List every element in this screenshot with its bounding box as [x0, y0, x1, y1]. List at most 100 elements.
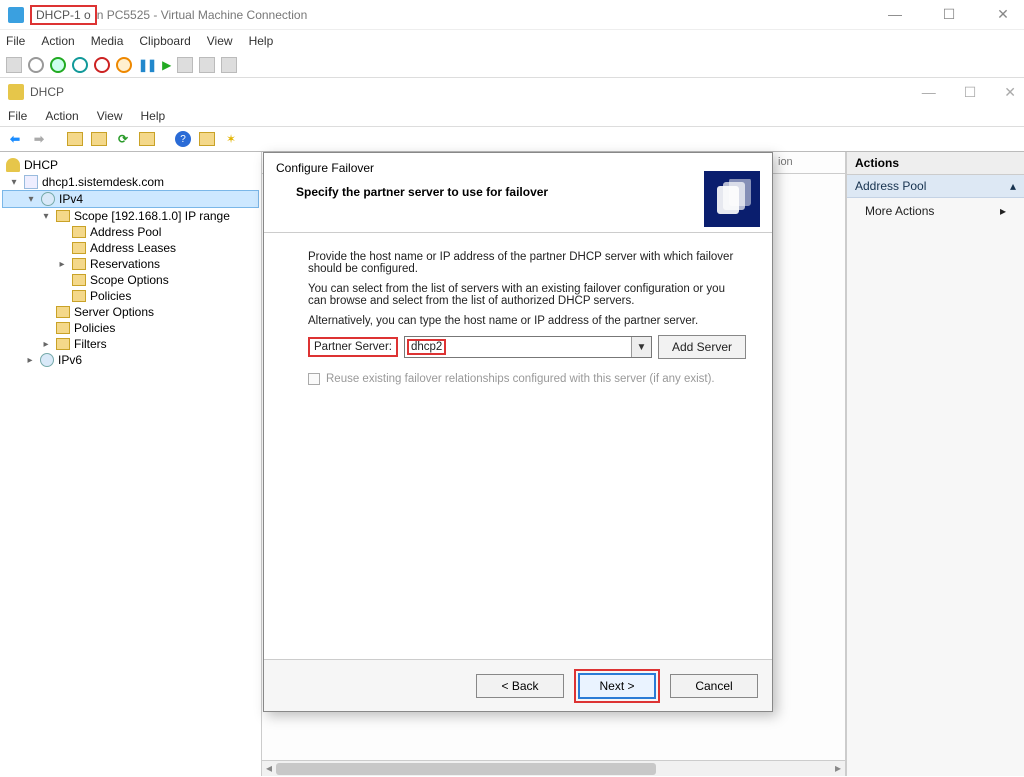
- dhcp-maximize-icon[interactable]: ☐: [964, 84, 977, 101]
- wizard-subtitle: Specify the partner server to use for fa…: [276, 175, 760, 199]
- tree-address-pool-label: Address Pool: [90, 225, 161, 239]
- chevron-right-icon: ▸: [1000, 204, 1006, 218]
- close-icon[interactable]: ✕: [990, 6, 1016, 23]
- revert-icon[interactable]: [199, 57, 215, 73]
- minimize-icon[interactable]: —: [882, 6, 908, 23]
- tree-address-leases-label: Address Leases: [90, 241, 176, 255]
- play-icon[interactable]: ▶: [162, 58, 171, 72]
- nav-back-icon[interactable]: ⬅: [6, 130, 24, 148]
- actions-section[interactable]: Address Pool ▴: [847, 175, 1024, 198]
- vm-menu-view[interactable]: View: [207, 34, 233, 48]
- tree-scope-policies[interactable]: Policies: [2, 288, 259, 304]
- back-button[interactable]: < Back: [476, 674, 564, 698]
- tree-filters-label: Filters: [74, 337, 107, 351]
- tree-address-leases[interactable]: Address Leases: [2, 240, 259, 256]
- dhcp-minimize-icon[interactable]: —: [922, 84, 936, 101]
- dhcp-menubar: File Action View Help: [0, 106, 1024, 126]
- dhcp-menu-action[interactable]: Action: [45, 109, 78, 123]
- vm-menu-action[interactable]: Action: [41, 34, 74, 48]
- scope-icon: [56, 210, 70, 222]
- twist-icon[interactable]: [56, 259, 68, 270]
- scroll-right-icon[interactable]: ▸: [831, 761, 845, 777]
- tree-scope-options[interactable]: Scope Options: [2, 272, 259, 288]
- tree-scope-policies-label: Policies: [90, 289, 131, 303]
- tree-root[interactable]: DHCP: [2, 156, 259, 174]
- nav-forward-icon[interactable]: ➡: [30, 130, 48, 148]
- tree-scope[interactable]: Scope [192.168.1.0] IP range: [2, 208, 259, 224]
- ipv6-icon: [40, 353, 54, 367]
- vm-window-controls: — ☐ ✕: [882, 6, 1016, 23]
- server-icon: [24, 175, 38, 189]
- start-icon[interactable]: [28, 57, 44, 73]
- vm-window-title: DHCP-1 on PC5525 - Virtual Machine Conne…: [30, 8, 307, 22]
- wizard-header: Configure Failover Specify the partner s…: [264, 153, 772, 233]
- collapse-icon[interactable]: ▴: [1010, 179, 1016, 193]
- vm-toolbar: ❚❚ ▶: [0, 52, 1024, 78]
- twist-icon[interactable]: [40, 339, 52, 350]
- vm-menu-clipboard[interactable]: Clipboard: [139, 34, 190, 48]
- next-label: Next >: [599, 679, 634, 693]
- scroll-thumb[interactable]: [276, 763, 656, 775]
- help-icon[interactable]: ?: [175, 131, 191, 147]
- vm-menu-file[interactable]: File: [6, 34, 25, 48]
- show-hide-tree-icon[interactable]: [91, 132, 107, 146]
- tree-ipv4[interactable]: IPv4: [2, 190, 259, 208]
- properties-icon[interactable]: [199, 132, 215, 146]
- twist-icon[interactable]: [25, 194, 37, 205]
- partner-server-label: Partner Server:: [308, 337, 398, 357]
- checkpoint-icon[interactable]: [177, 57, 193, 73]
- add-server-button[interactable]: Add Server: [658, 335, 746, 359]
- tree-ipv6[interactable]: IPv6: [2, 352, 259, 368]
- actions-more[interactable]: More Actions ▸: [847, 198, 1024, 224]
- reset-icon[interactable]: [116, 57, 132, 73]
- folder-icon: [72, 258, 86, 270]
- partner-server-value: dhcp2: [411, 341, 442, 353]
- actions-section-label: Address Pool: [855, 179, 926, 193]
- horizontal-scrollbar[interactable]: ◂ ▸: [262, 760, 845, 776]
- refresh-icon[interactable]: ⟳: [114, 130, 132, 148]
- cancel-button[interactable]: Cancel: [670, 674, 758, 698]
- tree-reservations[interactable]: Reservations: [2, 256, 259, 272]
- up-level-icon[interactable]: [67, 132, 83, 146]
- tree-filters[interactable]: Filters: [2, 336, 259, 352]
- twist-icon[interactable]: [8, 177, 20, 188]
- chevron-down-icon[interactable]: ▼: [631, 337, 651, 357]
- save-icon[interactable]: [94, 57, 110, 73]
- tree-scope-label: Scope [192.168.1.0] IP range: [74, 209, 230, 223]
- reuse-checkbox: [308, 373, 320, 385]
- dhcp-close-icon[interactable]: ✕: [1004, 84, 1016, 101]
- dhcp-window-controls: — ☐ ✕: [922, 84, 1016, 101]
- new-icon[interactable]: ✶: [222, 130, 240, 148]
- scroll-left-icon[interactable]: ◂: [262, 761, 276, 777]
- turnoff-icon[interactable]: [50, 57, 66, 73]
- pause-icon[interactable]: ❚❚: [138, 58, 156, 72]
- export-list-icon[interactable]: [139, 132, 155, 146]
- tree-policies[interactable]: Policies: [2, 320, 259, 336]
- dhcp-menu-view[interactable]: View: [97, 109, 123, 123]
- next-highlight: Next >: [574, 669, 660, 703]
- tree-ipv6-label: IPv6: [58, 353, 82, 367]
- vm-menubar: File Action Media Clipboard View Help: [0, 30, 1024, 52]
- header-fragment: ion: [772, 152, 853, 173]
- twist-icon[interactable]: [24, 355, 36, 366]
- dhcp-menu-help[interactable]: Help: [141, 109, 166, 123]
- enh-session-icon[interactable]: [221, 57, 237, 73]
- ctrl-alt-del-icon[interactable]: [6, 57, 22, 73]
- tree-server-options[interactable]: Server Options: [2, 304, 259, 320]
- shutdown-icon[interactable]: [72, 57, 88, 73]
- vm-menu-media[interactable]: Media: [91, 34, 124, 48]
- dhcp-toolbar: ⬅ ➡ ⟳ ? ✶: [0, 126, 1024, 152]
- maximize-icon[interactable]: ☐: [936, 6, 962, 23]
- tree-server[interactable]: dhcp1.sistemdesk.com: [2, 174, 259, 190]
- tree-policies-label: Policies: [74, 321, 115, 335]
- wizard-text-3: Alternatively, you can type the host nam…: [308, 315, 746, 327]
- twist-icon[interactable]: [40, 211, 52, 222]
- wizard-text-2: You can select from the list of servers …: [308, 283, 746, 307]
- vm-menu-help[interactable]: Help: [249, 34, 274, 48]
- tree-ipv4-label: IPv4: [59, 192, 83, 206]
- next-button[interactable]: Next >: [578, 673, 656, 699]
- partner-server-combo[interactable]: dhcp2 ▼: [404, 336, 652, 358]
- reuse-relationships-row: Reuse existing failover relationships co…: [308, 373, 746, 385]
- dhcp-menu-file[interactable]: File: [8, 109, 27, 123]
- tree-address-pool[interactable]: Address Pool: [2, 224, 259, 240]
